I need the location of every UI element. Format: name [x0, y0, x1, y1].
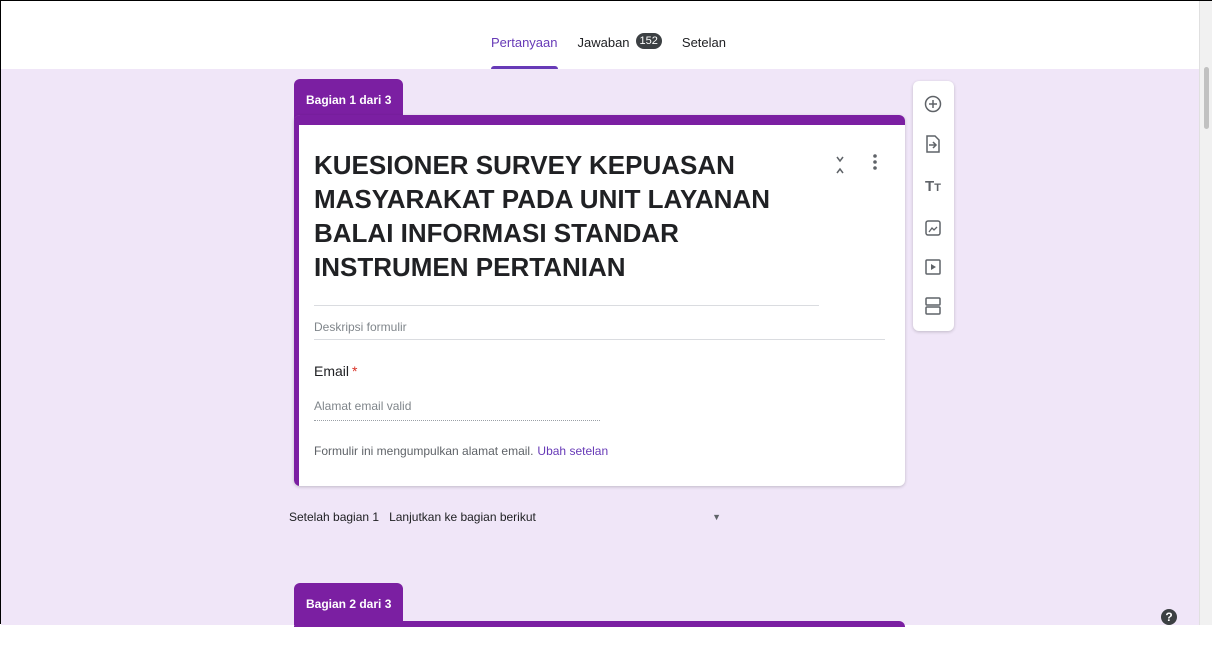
after-section-dropdown[interactable]: Lanjutkan ke bagian berikut ▼	[389, 510, 729, 524]
email-input-underline	[314, 420, 600, 421]
section-1-tab-label: Bagian 1 dari 3	[306, 93, 392, 107]
add-image-icon[interactable]	[922, 217, 944, 239]
add-section-icon[interactable]	[922, 295, 944, 317]
tab-responses[interactable]: Jawaban 152	[577, 33, 662, 69]
form-tabs: Pertanyaan Jawaban 152 Setelan	[491, 33, 746, 69]
after-section-label: Setelah bagian 1	[289, 510, 380, 524]
card-accent-top	[294, 115, 905, 125]
required-asterisk: *	[352, 363, 358, 379]
tab-questions[interactable]: Pertanyaan	[491, 35, 558, 69]
notice-text: Formulir ini mengumpulkan alamat email.	[314, 444, 534, 458]
top-bar: Pertanyaan Jawaban 152 Setelan	[1, 1, 1199, 70]
after-section-row: Setelah bagian 1 Lanjutkan ke bagian ber…	[289, 510, 729, 524]
tab-questions-label: Pertanyaan	[491, 35, 558, 50]
form-description-field[interactable]: Deskripsi formulir	[314, 320, 407, 334]
scrollbar[interactable]	[1199, 1, 1212, 625]
section-2-tab-label: Bagian 2 dari 3	[306, 597, 392, 611]
import-questions-icon[interactable]	[922, 133, 944, 155]
dropdown-arrow-icon: ▼	[712, 512, 722, 522]
section-1-card[interactable]: KUESIONER SURVEY KEPUASAN MASYARAKAT PAD…	[294, 115, 905, 486]
help-icon[interactable]: ?	[1161, 609, 1177, 625]
add-video-icon[interactable]	[922, 256, 944, 278]
email-collection-notice: Formulir ini mengumpulkan alamat email. U…	[314, 444, 608, 458]
more-options-icon[interactable]	[868, 153, 882, 175]
scrollbar-thumb[interactable]	[1204, 67, 1209, 129]
tab-settings[interactable]: Setelan	[682, 35, 726, 69]
form-title[interactable]: KUESIONER SURVEY KEPUASAN MASYARAKAT PAD…	[314, 148, 817, 284]
email-label-text: Email	[314, 363, 350, 379]
tab-responses-label: Jawaban	[577, 35, 630, 50]
email-input[interactable]: Alamat email valid	[314, 399, 411, 413]
add-question-icon[interactable]	[922, 93, 944, 115]
responses-count-badge: 152	[635, 33, 662, 49]
description-underline	[314, 339, 885, 340]
change-settings-link[interactable]: Ubah setelan	[537, 444, 608, 458]
title-underline	[314, 305, 819, 306]
after-section-value: Lanjutkan ke bagian berikut	[389, 510, 536, 524]
floating-toolbar: TT	[913, 81, 954, 331]
card-accent-left	[294, 115, 299, 486]
section-2-tab: Bagian 2 dari 3	[294, 583, 404, 625]
collapse-icon[interactable]	[831, 155, 849, 177]
add-title-icon[interactable]: TT	[922, 175, 944, 197]
tab-settings-label: Setelan	[681, 35, 726, 50]
section-2-card[interactable]	[294, 621, 905, 647]
email-question-label: Email *	[314, 363, 357, 379]
